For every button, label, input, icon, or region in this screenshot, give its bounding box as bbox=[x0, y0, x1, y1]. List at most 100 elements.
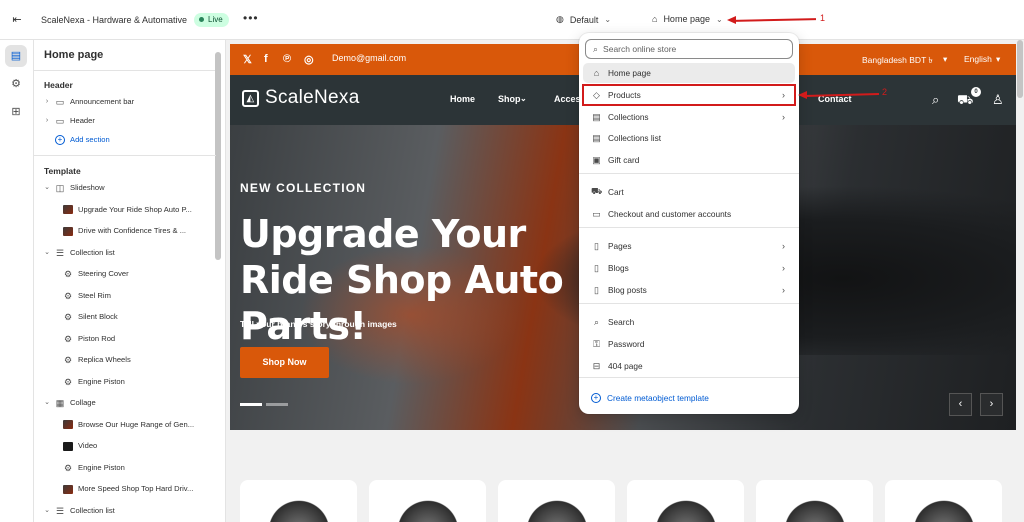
block-item[interactable]: ⚙ Engine Piston bbox=[63, 459, 125, 477]
page-icon: ▯ bbox=[594, 240, 599, 251]
hero-kicker: NEW COLLECTION bbox=[240, 181, 367, 195]
divider bbox=[34, 70, 216, 71]
apps-icon[interactable]: ⊞ bbox=[5, 101, 27, 123]
nav-shop[interactable]: Shop bbox=[498, 94, 521, 104]
nav-accessories[interactable]: Acces bbox=[554, 94, 581, 104]
block-item[interactable]: ⚙ Steering Cover bbox=[63, 265, 129, 283]
page-option-cart[interactable]: ⛟ Cart bbox=[583, 182, 795, 202]
section-item[interactable]: ⌄ ☰ Collection list bbox=[44, 502, 115, 520]
next-slide-button[interactable]: › bbox=[980, 393, 1003, 416]
header-group-title: Header bbox=[44, 80, 73, 90]
preview-scrollbar[interactable] bbox=[1016, 40, 1024, 522]
theme-label: Default bbox=[569, 14, 599, 25]
page-option-search[interactable]: ⌕ Search bbox=[583, 312, 795, 332]
page-option-gift-card[interactable]: ▣ Gift card bbox=[583, 150, 795, 170]
search-icon[interactable]: ⌕ bbox=[932, 92, 939, 108]
nav-home[interactable]: Home bbox=[450, 94, 475, 104]
search-icon: ⌕ bbox=[593, 43, 599, 54]
chevron-down-icon[interactable]: ⌄ bbox=[44, 394, 50, 412]
block-item[interactable]: ⚙ Steel Rim bbox=[63, 287, 111, 305]
block-item[interactable]: Video bbox=[63, 437, 97, 455]
collection-card[interactable] bbox=[498, 480, 615, 522]
page-option-pages[interactable]: ▯ Pages › bbox=[583, 236, 795, 256]
block-item[interactable]: Browse Our Huge Range of Gen... bbox=[63, 416, 194, 434]
chevron-down-icon[interactable]: ⌄ bbox=[44, 244, 50, 262]
more-actions-button[interactable]: ••• bbox=[243, 11, 259, 25]
option-label: Blog posts bbox=[608, 285, 647, 295]
collection-image bbox=[264, 496, 334, 522]
row-label: Collage bbox=[70, 398, 96, 407]
x-twitter-icon[interactable]: 𝕏 bbox=[243, 53, 252, 66]
chevron-down-icon[interactable]: ⌄ bbox=[44, 179, 50, 197]
section-label: Announcement bar bbox=[70, 97, 135, 106]
exit-icon[interactable]: ⇤ bbox=[10, 13, 24, 27]
block-item[interactable]: ⚙ Piston Rod bbox=[63, 330, 115, 348]
sections-icon[interactable]: ▤ bbox=[5, 45, 27, 67]
cart-icon: ⛟ bbox=[591, 186, 603, 196]
instagram-icon[interactable]: ◎ bbox=[304, 53, 314, 66]
facebook-icon[interactable]: f bbox=[264, 53, 268, 65]
chevron-right-icon: › bbox=[782, 241, 785, 251]
collection-card[interactable] bbox=[756, 480, 873, 522]
search-field[interactable]: ⌕ bbox=[585, 39, 793, 59]
scrollbar-thumb[interactable] bbox=[1017, 40, 1023, 98]
section-announcement-bar[interactable]: › ▭ Announcement bar bbox=[44, 93, 134, 111]
account-icon[interactable]: ♙ bbox=[992, 92, 1004, 108]
page-option-blogs[interactable]: ▯ Blogs › bbox=[583, 258, 795, 278]
collection-image bbox=[651, 496, 721, 522]
previous-slide-button[interactable]: ‹ bbox=[949, 393, 972, 416]
collection-card[interactable] bbox=[885, 480, 1002, 522]
chevron-down-icon[interactable]: ⌄ bbox=[44, 502, 50, 520]
section-item[interactable]: ⌄ ☰ Collection list bbox=[44, 244, 115, 262]
block-item[interactable]: More Speed Shop Top Hard Driv... bbox=[63, 480, 193, 498]
page-option-password[interactable]: ⚿ Password bbox=[583, 334, 795, 354]
row-label: Slideshow bbox=[70, 183, 105, 192]
option-label: Gift card bbox=[608, 155, 640, 165]
row-label: Engine Piston bbox=[78, 376, 125, 386]
create-metaobject-template-button[interactable]: + Create metaobject template bbox=[583, 388, 795, 408]
row-label: Drive with Confidence Tires & ... bbox=[78, 226, 187, 235]
page-option-home-page[interactable]: ⌂ Home page bbox=[583, 63, 795, 83]
add-section-button[interactable]: + Add section bbox=[55, 131, 110, 149]
collection-card[interactable] bbox=[240, 480, 357, 522]
theme-selector[interactable]: ◍ Default ⌄ bbox=[556, 14, 611, 25]
page-option-collections[interactable]: ▤ Collections › bbox=[583, 107, 795, 127]
page-option-404-page[interactable]: ⊟ 404 page bbox=[583, 356, 795, 376]
row-label: Piston Rod bbox=[78, 333, 116, 343]
sidebar-title: Home page bbox=[44, 49, 104, 61]
announcement-email[interactable]: Demo@gmail.com bbox=[332, 53, 406, 63]
option-label: Blogs bbox=[608, 263, 629, 273]
row-label: Browse Our Huge Range of Gen... bbox=[78, 419, 195, 429]
block-item[interactable]: ⚙ Replica Wheels bbox=[63, 351, 131, 369]
page-option-checkout-and-customer-accounts[interactable]: ▭ Checkout and customer accounts bbox=[583, 204, 795, 224]
block-item[interactable]: Drive with Confidence Tires & ... bbox=[63, 222, 186, 240]
lock-icon: ⚿ bbox=[593, 338, 600, 349]
page-selector[interactable]: ⌂ Home page ⌄ bbox=[652, 14, 723, 24]
option-label: Password bbox=[608, 339, 645, 349]
section-header[interactable]: › ▭ Header bbox=[44, 112, 95, 130]
store-logo[interactable]: ◭ ScaleNexa bbox=[242, 87, 360, 109]
language-selector[interactable]: English bbox=[964, 54, 992, 64]
section-icon: ▭ bbox=[55, 97, 65, 107]
collection-card[interactable] bbox=[369, 480, 486, 522]
section-item[interactable]: ⌄ ▦ Collage bbox=[44, 394, 96, 412]
slide-dot-active[interactable] bbox=[240, 403, 262, 406]
sidebar-scrollbar[interactable] bbox=[215, 52, 221, 260]
block-item[interactable]: ⚙ Silent Block bbox=[63, 308, 118, 326]
section-item[interactable]: ⌄ ◫ Slideshow bbox=[44, 179, 105, 197]
block-item[interactable]: ⚙ Engine Piston bbox=[63, 373, 125, 391]
shop-now-button[interactable]: Shop Now bbox=[240, 347, 329, 378]
page-option-collections-list[interactable]: ▤ Collections list bbox=[583, 128, 795, 148]
404-icon: ⊟ bbox=[592, 360, 601, 371]
block-item[interactable]: Upgrade Your Ride Shop Auto P... bbox=[63, 201, 192, 219]
page-option-blog-posts[interactable]: ▯ Blog posts › bbox=[583, 280, 795, 300]
collection-card[interactable] bbox=[627, 480, 744, 522]
hero-subtitle: Tell your brand's story through images bbox=[240, 319, 397, 329]
search-input[interactable] bbox=[603, 44, 784, 54]
slide-dot[interactable] bbox=[266, 403, 288, 406]
pinterest-icon[interactable]: ℗ bbox=[283, 53, 291, 65]
currency-selector[interactable]: Bangladesh BDT ৳ bbox=[862, 54, 933, 68]
collage-icon: ▦ bbox=[55, 398, 65, 408]
blog-icon: ▯ bbox=[594, 262, 599, 273]
settings-icon[interactable]: ⚙ bbox=[5, 73, 27, 95]
